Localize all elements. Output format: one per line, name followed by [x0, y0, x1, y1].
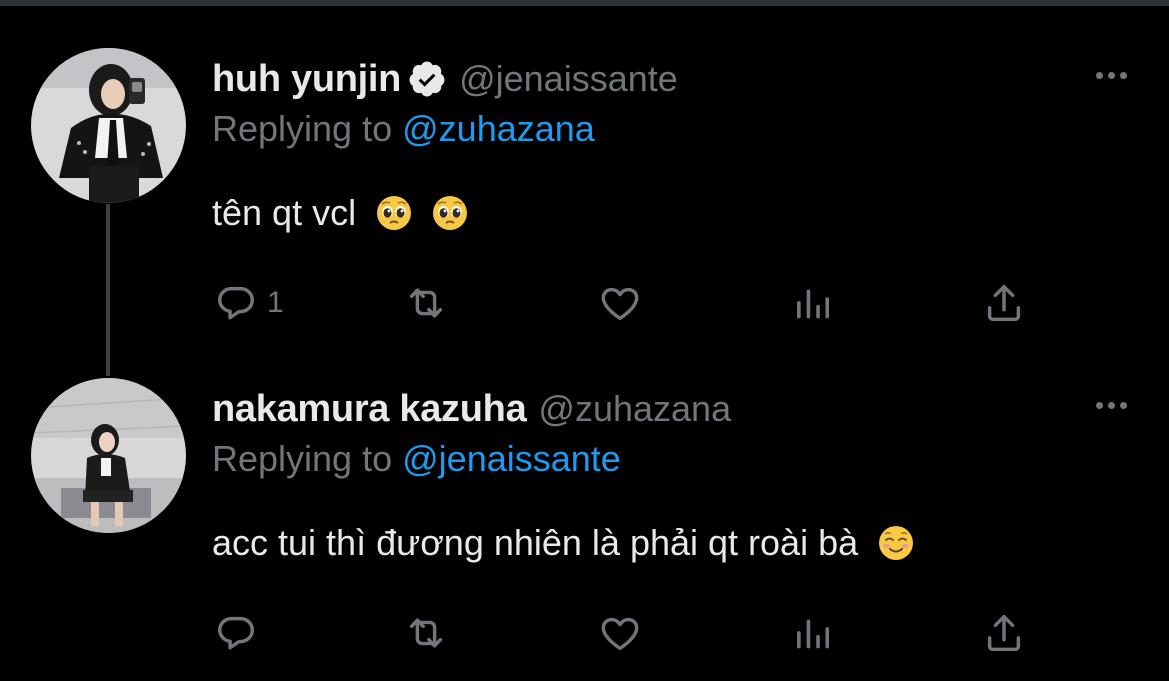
reply-icon	[217, 286, 255, 320]
retweet-icon	[409, 618, 443, 648]
tweet-text: tên qt vcl	[212, 192, 468, 234]
replying-prefix: Replying to	[212, 438, 393, 479]
tweet-text: acc tui thì đương nhiên là phải qt roài …	[212, 522, 914, 564]
replying-mention-link[interactable]: @jenaissante	[402, 438, 621, 479]
share-icon	[987, 284, 1021, 322]
avatar-image	[31, 48, 186, 203]
more-options-icon[interactable]	[1096, 402, 1127, 409]
smiling-face-emoji-icon	[878, 525, 914, 561]
share-button[interactable]	[981, 278, 1027, 328]
more-dot	[1108, 72, 1115, 79]
pleading-face-emoji-icon	[432, 195, 468, 231]
display-name[interactable]: nakamura kazuha	[212, 388, 527, 431]
more-dot	[1096, 402, 1103, 409]
replying-to: Replying to @zuhazana	[212, 108, 595, 150]
like-icon	[601, 287, 639, 321]
stats-icon	[797, 289, 830, 319]
like-button[interactable]	[597, 278, 643, 328]
handle[interactable]: @zuhazana	[538, 388, 731, 430]
share-icon	[987, 614, 1021, 652]
tweet-text-content: tên qt vcl	[212, 192, 357, 233]
tweet-actions	[0, 608, 1169, 658]
tweet-text-content: acc tui thì đương nhiên là phải qt roài …	[212, 522, 859, 563]
more-options-icon[interactable]	[1096, 72, 1127, 79]
replying-to: Replying to @jenaissante	[212, 438, 621, 480]
tweet-1[interactable]: huh yunjin @jenaissante Replying to @zuh…	[0, 46, 1169, 346]
avatar-nakamura-kazuha[interactable]	[31, 378, 186, 533]
retweet-button[interactable]	[403, 278, 449, 328]
more-dot	[1120, 402, 1127, 409]
replying-mention-link[interactable]: @zuhazana	[402, 108, 595, 149]
share-button[interactable]	[981, 608, 1027, 658]
retweet-icon	[409, 288, 443, 318]
reply-button[interactable]: 1	[213, 278, 284, 328]
replying-prefix: Replying to	[212, 108, 393, 149]
reply-count: 1	[267, 286, 284, 319]
reply-button[interactable]	[213, 608, 267, 658]
tweet-2[interactable]: nakamura kazuha @zuhazana Replying to @j…	[0, 376, 1169, 676]
top-divider	[0, 0, 1169, 6]
handle[interactable]: @jenaissante	[459, 58, 678, 100]
tweet-header: huh yunjin @jenaissante	[212, 56, 678, 102]
view-stats-button[interactable]	[789, 278, 835, 328]
tweet-actions: 1	[0, 278, 1169, 328]
verified-badge-icon	[407, 59, 447, 99]
avatar-image	[31, 378, 186, 533]
more-dot	[1108, 402, 1115, 409]
reply-icon	[217, 616, 255, 650]
pleading-face-emoji-icon	[376, 195, 412, 231]
like-icon	[601, 617, 639, 651]
more-dot	[1120, 72, 1127, 79]
like-button[interactable]	[597, 608, 643, 658]
stats-icon	[797, 619, 830, 649]
avatar-huh-yunjin[interactable]	[31, 48, 186, 203]
display-name[interactable]: huh yunjin	[212, 58, 401, 101]
view-stats-button[interactable]	[789, 608, 835, 658]
retweet-button[interactable]	[403, 608, 449, 658]
more-dot	[1096, 72, 1103, 79]
tweet-header: nakamura kazuha @zuhazana	[212, 386, 731, 432]
